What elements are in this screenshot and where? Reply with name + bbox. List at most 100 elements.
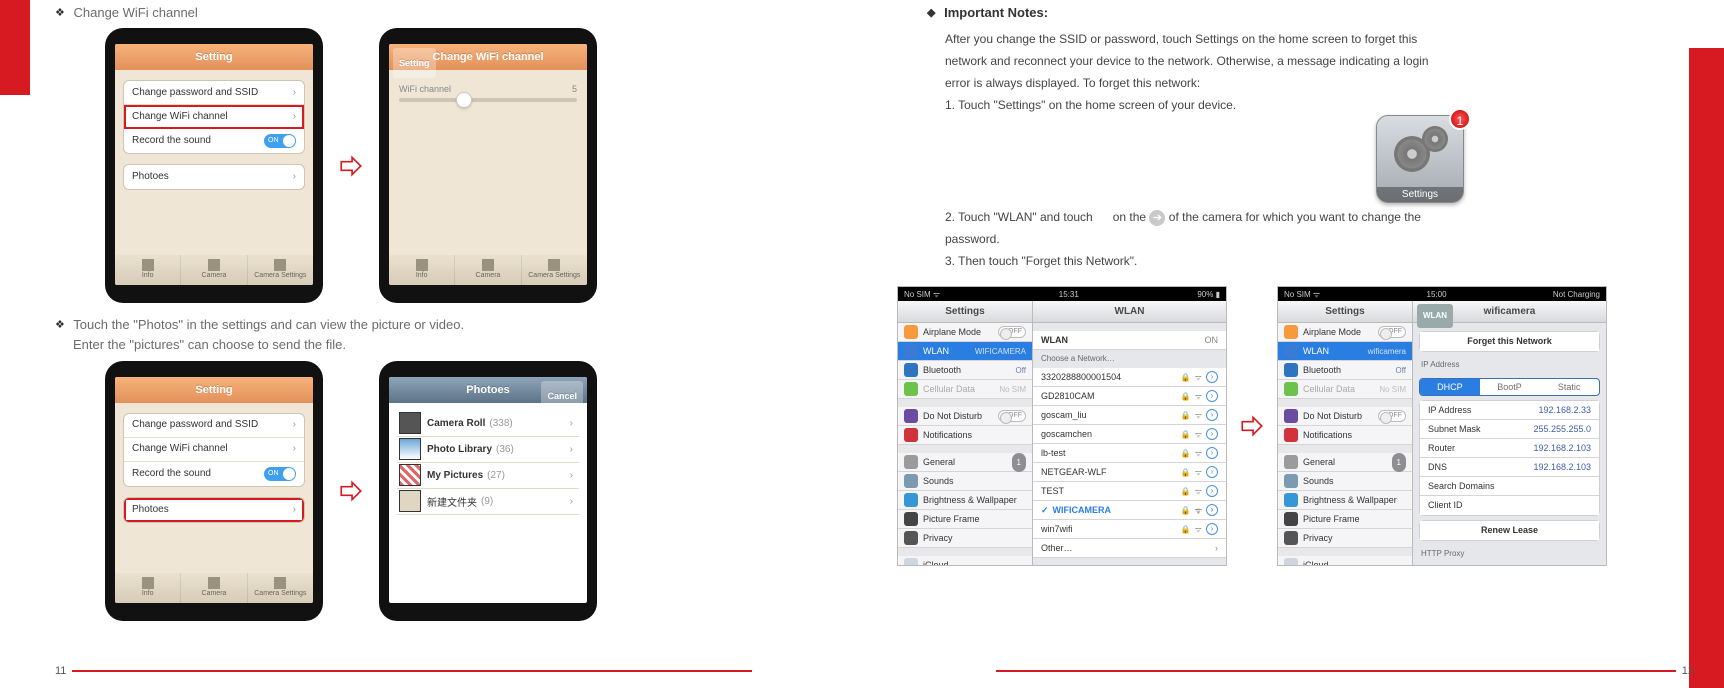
sidebar-cellular: Cellular DataNo SIM bbox=[1278, 380, 1412, 399]
sidebar-general[interactable]: General1 bbox=[1278, 453, 1412, 472]
wifi-channel-slider[interactable]: WiFi channel5 bbox=[399, 84, 577, 102]
chevron-right-icon: › bbox=[293, 437, 296, 461]
status-bar: No SIM ᯤ 15:31 90% ▮ bbox=[898, 287, 1226, 301]
toggle-on[interactable]: ON bbox=[264, 134, 296, 148]
arrow-right-icon bbox=[338, 478, 364, 504]
toggle-off[interactable]: OFF bbox=[1200, 566, 1218, 567]
lock-icon: 🔒 bbox=[1181, 501, 1191, 520]
brightness-icon bbox=[1284, 493, 1298, 507]
sidebar-header: Settings bbox=[1278, 301, 1412, 323]
network-row[interactable]: TEST🔒ᯤ› bbox=[1033, 482, 1226, 501]
seg-bootp[interactable]: BootP bbox=[1480, 379, 1540, 395]
toggle-off[interactable]: OFF bbox=[1378, 410, 1406, 422]
tab-camera-settings[interactable]: Camera Settings bbox=[248, 573, 313, 603]
tab-camera[interactable]: Camera bbox=[455, 255, 521, 285]
tablet-wifi-channel-slider: Setting Change WiFi channel WiFi channel… bbox=[379, 28, 597, 303]
tab-camera-settings[interactable]: Camera Settings bbox=[522, 255, 587, 285]
section-change-wifi-channel: ❖ Change WiFi channel bbox=[55, 5, 832, 20]
row-photos-highlighted[interactable]: Photoes› bbox=[124, 498, 304, 522]
toggle-off[interactable]: OFF bbox=[998, 410, 1026, 422]
network-row[interactable]: 3320288800001504🔒ᯤ› bbox=[1033, 368, 1226, 387]
chevron-right-icon: › bbox=[570, 418, 573, 429]
toggle-off[interactable]: OFF bbox=[1378, 326, 1406, 338]
toggle-off[interactable]: OFF bbox=[998, 326, 1026, 338]
network-row[interactable]: lb-test🔒ᯤ› bbox=[1033, 444, 1226, 463]
detail-icon: › bbox=[1206, 447, 1218, 459]
bluetooth-icon bbox=[1284, 363, 1298, 377]
sidebar-general[interactable]: General1 bbox=[898, 453, 1032, 472]
ip-mode-segmented[interactable]: DHCP BootP Static bbox=[1419, 378, 1600, 396]
row-password-ssid[interactable]: Change password and SSID› bbox=[124, 81, 304, 105]
network-row[interactable]: GD2810CAM🔒ᯤ› bbox=[1033, 387, 1226, 406]
network-row[interactable]: goscam_liu🔒ᯤ› bbox=[1033, 406, 1226, 425]
network-row-connected[interactable]: WIFICAMERA🔒ᯤ› bbox=[1033, 501, 1226, 520]
sidebar-brightness[interactable]: Brightness & Wallpaper bbox=[898, 491, 1032, 510]
bell-icon bbox=[1284, 428, 1298, 442]
settings-app-icon[interactable]: 1 Settings bbox=[1376, 115, 1464, 203]
sidebar-notifications[interactable]: Notifications bbox=[1278, 426, 1412, 445]
slider-track[interactable] bbox=[399, 98, 577, 102]
toggle-on[interactable]: ON bbox=[1205, 331, 1219, 350]
seg-dhcp[interactable]: DHCP bbox=[1420, 379, 1480, 395]
settings-sidebar: Settings Airplane ModeOFF WLANWIFICAMERA… bbox=[898, 301, 1033, 565]
sidebar-bluetooth[interactable]: BluetoothOff bbox=[898, 361, 1032, 380]
tab-camera[interactable]: Camera bbox=[181, 255, 247, 285]
row-wifi-channel-highlighted[interactable]: Change WiFi channel› bbox=[124, 105, 304, 129]
row-password-ssid[interactable]: Change password and SSID› bbox=[124, 414, 304, 438]
wifi-icon: ᯤ bbox=[1195, 463, 1202, 482]
tab-info[interactable]: Info bbox=[115, 255, 181, 285]
album-photo-library[interactable]: Photo Library(36)› bbox=[397, 437, 579, 463]
tab-camera-settings[interactable]: Camera Settings bbox=[248, 255, 313, 285]
seg-static[interactable]: Static bbox=[1539, 379, 1599, 395]
wlan-toggle-row[interactable]: WLANON bbox=[1033, 331, 1226, 350]
sidebar-notifications[interactable]: Notifications bbox=[898, 426, 1032, 445]
tab-info[interactable]: Info bbox=[389, 255, 455, 285]
back-button[interactable]: Setting bbox=[393, 48, 436, 78]
tab-bar: Info Camera Camera Settings bbox=[115, 573, 313, 603]
album-camera-roll[interactable]: Camera Roll(338)› bbox=[397, 411, 579, 437]
network-row[interactable]: NETGEAR-WLF🔒ᯤ› bbox=[1033, 463, 1226, 482]
step-2-3: 2. Touch "WLAN" and touch on the ➔ of th… bbox=[945, 206, 1654, 272]
network-row[interactable]: win7wifi🔒ᯤ› bbox=[1033, 520, 1226, 539]
cancel-button[interactable]: Cancel bbox=[541, 381, 583, 411]
toggle-on[interactable]: ON bbox=[264, 467, 296, 481]
field-search-domains[interactable]: Search Domains bbox=[1420, 477, 1599, 496]
row-record-sound[interactable]: Record the soundON bbox=[124, 462, 304, 486]
sidebar-sounds[interactable]: Sounds bbox=[1278, 472, 1412, 491]
field-dns[interactable]: DNS192.168.2.103 bbox=[1420, 458, 1599, 477]
sidebar-privacy[interactable]: Privacy bbox=[1278, 529, 1412, 548]
tab-camera[interactable]: Camera bbox=[181, 573, 247, 603]
screen-header-photos: Photoes Cancel bbox=[389, 377, 587, 403]
network-row[interactable]: goscamchen🔒ᯤ› bbox=[1033, 425, 1226, 444]
detail-icon: › bbox=[1206, 390, 1218, 402]
screen-header: Setting bbox=[115, 44, 313, 70]
field-client-id[interactable]: Client ID bbox=[1420, 496, 1599, 515]
row-record-sound[interactable]: Record the soundON bbox=[124, 129, 304, 153]
sidebar-bluetooth[interactable]: BluetoothOff bbox=[1278, 361, 1412, 380]
sidebar-privacy[interactable]: Privacy bbox=[898, 529, 1032, 548]
row-wifi-channel[interactable]: Change WiFi channel› bbox=[124, 438, 304, 462]
renew-lease-button[interactable]: Renew Lease bbox=[1420, 521, 1599, 540]
forget-network-button[interactable]: Forget this Network bbox=[1420, 332, 1599, 351]
wifi-icon bbox=[904, 344, 918, 358]
camera-icon bbox=[208, 259, 220, 271]
album-new-folder[interactable]: 新建文件夹(9)› bbox=[397, 489, 579, 515]
network-other[interactable]: Other…› bbox=[1033, 539, 1226, 558]
row-photos[interactable]: Photoes› bbox=[124, 165, 304, 189]
album-my-pictures[interactable]: My Pictures(27)› bbox=[397, 463, 579, 489]
sidebar-sounds[interactable]: Sounds bbox=[898, 472, 1032, 491]
back-button[interactable]: WLAN bbox=[1417, 304, 1453, 328]
sidebar-airplane[interactable]: Airplane ModeOFF bbox=[898, 323, 1032, 342]
camera-icon bbox=[208, 577, 220, 589]
tab-info[interactable]: Info bbox=[115, 573, 181, 603]
sidebar-wlan-selected[interactable]: WLANwificamera bbox=[1278, 342, 1412, 361]
sidebar-picture-frame[interactable]: Picture Frame bbox=[1278, 510, 1412, 529]
sidebar-wlan-selected[interactable]: WLANWIFICAMERA bbox=[898, 342, 1032, 361]
sidebar-dnd[interactable]: Do Not DisturbOFF bbox=[898, 407, 1032, 426]
sidebar-airplane[interactable]: Airplane ModeOFF bbox=[1278, 323, 1412, 342]
detail-icon: › bbox=[1206, 371, 1218, 383]
sidebar-picture-frame[interactable]: Picture Frame bbox=[898, 510, 1032, 529]
sidebar-brightness[interactable]: Brightness & Wallpaper bbox=[1278, 491, 1412, 510]
badge-icon: 1 bbox=[1392, 453, 1406, 472]
sidebar-dnd[interactable]: Do Not DisturbOFF bbox=[1278, 407, 1412, 426]
